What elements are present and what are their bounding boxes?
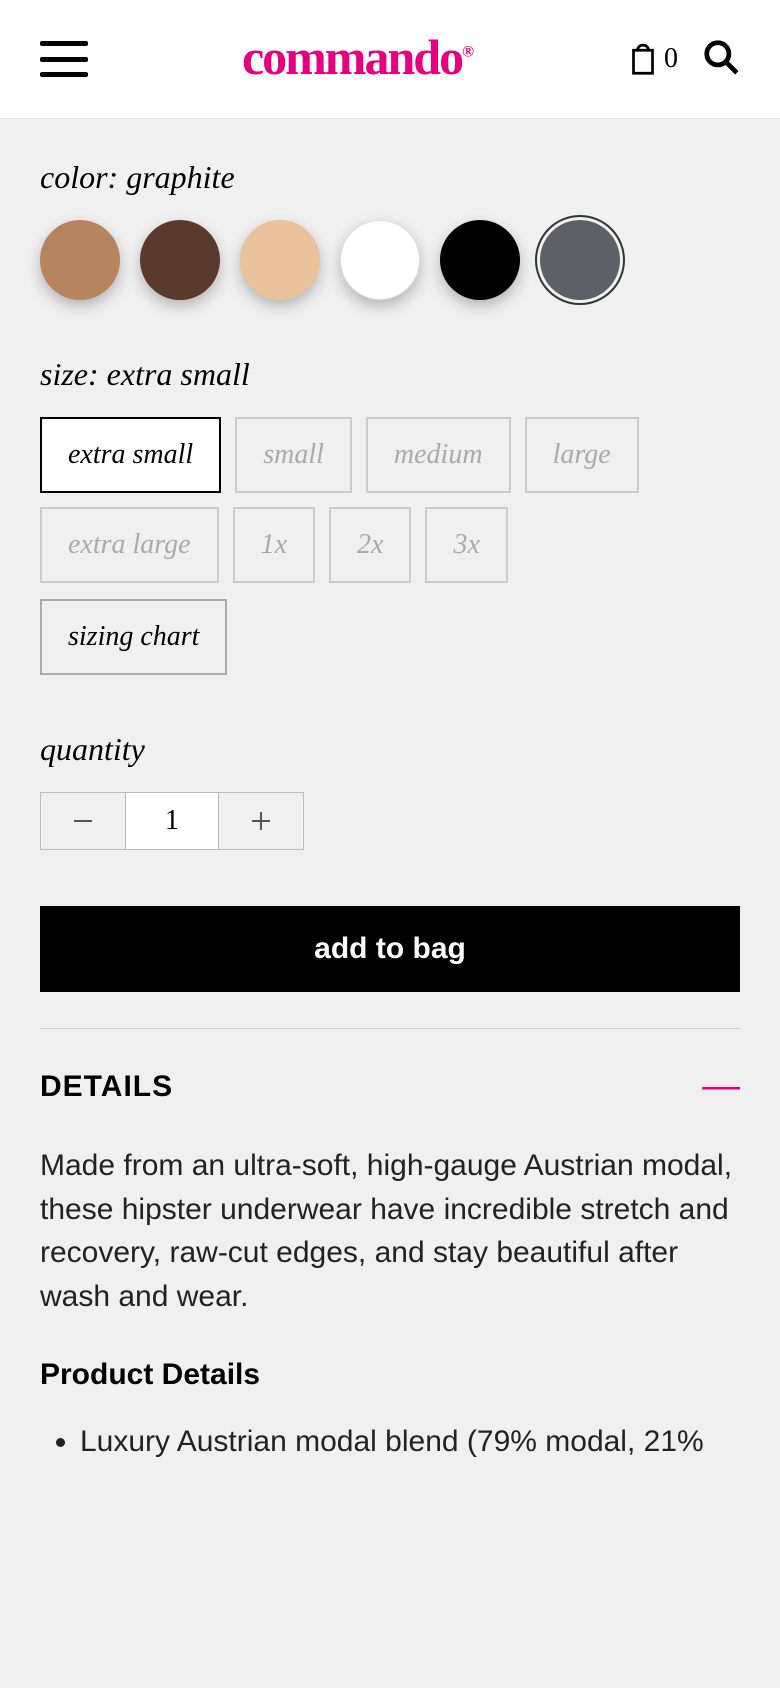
search-icon	[702, 38, 740, 76]
product-options: color: graphite size: extra small extra …	[0, 119, 780, 1504]
size-option-1x[interactable]: 1x	[233, 507, 315, 583]
quantity-label: quantity	[40, 731, 740, 768]
size-option-small[interactable]: small	[235, 417, 352, 493]
section-divider	[40, 1028, 740, 1029]
size-option-extra-large[interactable]: extra large	[40, 507, 219, 583]
add-to-bag-button[interactable]: add to bag	[40, 906, 740, 992]
details-title: DETAILS	[40, 1070, 173, 1104]
header: commando® 0	[0, 0, 780, 119]
search-button[interactable]	[702, 38, 740, 81]
minus-icon	[71, 809, 95, 833]
quantity-stepper	[40, 792, 740, 850]
color-swatches	[40, 220, 740, 300]
sizing-chart-button[interactable]: sizing chart	[40, 599, 227, 675]
quantity-input[interactable]	[126, 792, 218, 850]
header-right: 0	[626, 38, 740, 81]
quantity-increase-button[interactable]	[218, 792, 304, 850]
color-swatch-white[interactable]	[340, 220, 420, 300]
color-swatch-caramel[interactable]	[40, 220, 120, 300]
size-option-3x[interactable]: 3x	[425, 507, 507, 583]
size-option-medium[interactable]: medium	[366, 417, 511, 493]
menu-button[interactable]	[40, 41, 88, 77]
plus-icon	[249, 809, 273, 833]
color-swatch-graphite[interactable]	[540, 220, 620, 300]
color-swatch-mocha[interactable]	[140, 220, 220, 300]
details-description: Made from an ultra-soft, high-gauge Aust…	[40, 1144, 740, 1318]
bag-icon	[626, 38, 660, 81]
collapse-icon: —	[702, 1065, 740, 1108]
size-option-2x[interactable]: 2x	[329, 507, 411, 583]
product-details-heading: Product Details	[40, 1358, 740, 1392]
quantity-decrease-button[interactable]	[40, 792, 126, 850]
list-item: Luxury Austrian modal blend (79% modal, …	[80, 1420, 740, 1464]
size-options: extra smallsmallmediumlarge extra large1x…	[40, 417, 740, 583]
shopping-bag-button[interactable]: 0	[626, 38, 678, 81]
product-details-list: Luxury Austrian modal blend (79% modal, …	[40, 1420, 740, 1464]
size-option-extra-small[interactable]: extra small	[40, 417, 221, 493]
bag-count: 0	[664, 43, 678, 75]
details-accordion-header[interactable]: DETAILS —	[40, 1065, 740, 1108]
size-label: size: extra small	[40, 356, 740, 393]
color-swatch-black[interactable]	[440, 220, 520, 300]
brand-logo[interactable]: commando®	[242, 28, 472, 86]
color-swatch-nude[interactable]	[240, 220, 320, 300]
size-option-large[interactable]: large	[525, 417, 639, 493]
color-label: color: graphite	[40, 159, 740, 196]
